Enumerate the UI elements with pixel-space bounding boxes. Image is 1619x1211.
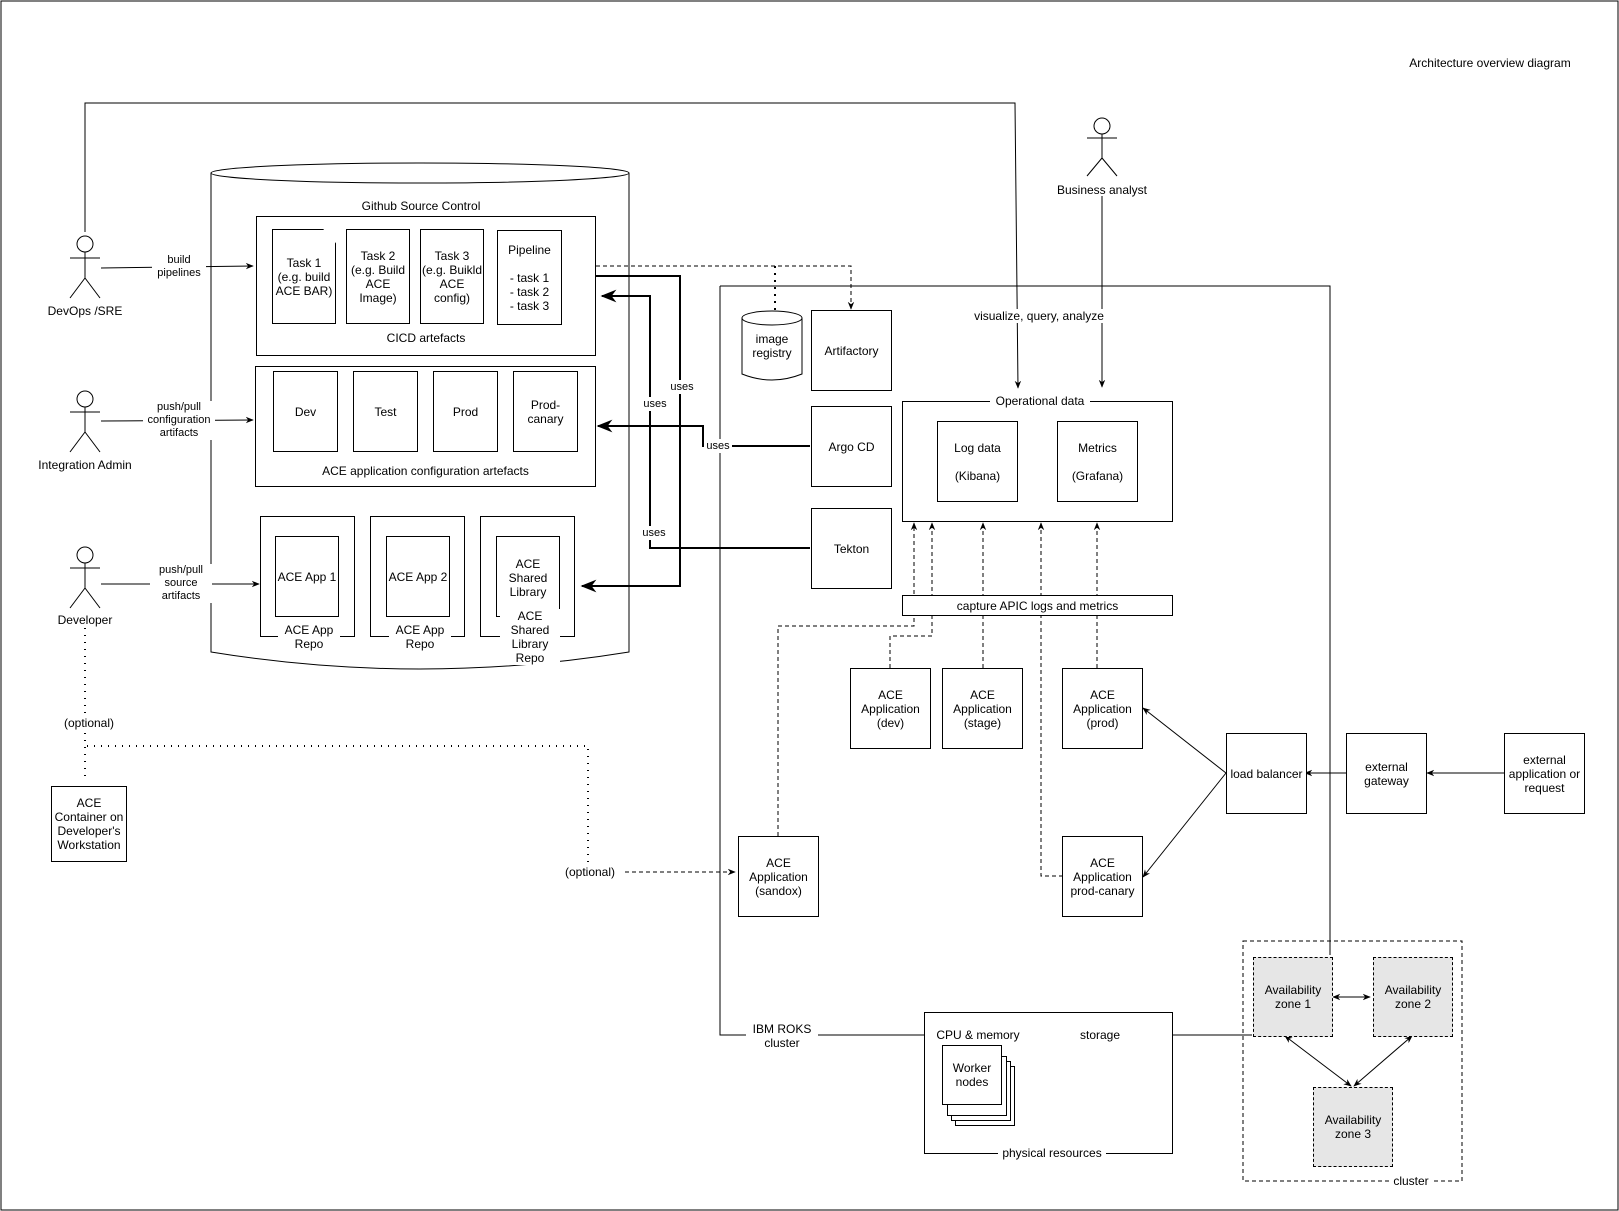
- developer-label: Developer: [57, 613, 113, 627]
- doc-prod[interactable]: Prod: [433, 371, 498, 452]
- optional-label-developer: (optional): [58, 716, 120, 730]
- availability-zone-1[interactable]: Availability zone 1: [1253, 957, 1333, 1037]
- uses-label-tekton: uses: [640, 526, 668, 540]
- zone1-zone3-arrow: [1284, 1035, 1352, 1087]
- tekton-box[interactable]: Tekton: [811, 508, 892, 589]
- doc-ace-app-1[interactable]: ACE App 1: [275, 536, 339, 617]
- push-pull-source-label: push/pull source artifacts: [150, 564, 212, 603]
- ace-app-prod-canary-box[interactable]: ACE Application prod-canary: [1062, 836, 1143, 917]
- external-application-box[interactable]: external application or request: [1504, 733, 1585, 814]
- ace-shared-library-repo-caption: ACE Shared Library Repo: [500, 609, 560, 665]
- capture-apic-logs-bar: capture APIC logs and metrics: [902, 595, 1173, 616]
- image-registry-label: image registry: [752, 332, 792, 360]
- roks-cluster-border-left: [719, 286, 748, 1036]
- uses-label-argo: uses: [704, 439, 732, 453]
- integration-admin-label: Integration Admin: [38, 458, 132, 472]
- config-caption: ACE application configuration artefacts: [322, 464, 529, 478]
- storage-label: storage: [1079, 1028, 1121, 1042]
- devops-label: DevOps /SRE: [47, 304, 123, 318]
- availability-zone-3[interactable]: Availability zone 3: [1313, 1087, 1393, 1167]
- cicd-to-artifactory-arrow: [596, 265, 855, 310]
- cpu-memory-label: CPU & memory: [936, 1028, 1020, 1042]
- uses-label-2: uses: [641, 397, 669, 411]
- cluster-caption: cluster: [1389, 1174, 1433, 1188]
- doc-task-2[interactable]: Task 2 (e.g. Build ACE Image): [346, 229, 410, 324]
- argo-cd-box[interactable]: Argo CD: [811, 406, 892, 487]
- push-pull-config-label: push/pull configuration artifacts: [143, 401, 215, 440]
- build-pipelines-label: build pipelines: [152, 254, 206, 280]
- cicd-caption: CICD artefacts: [386, 331, 466, 345]
- visualize-query-analyze-label: visualize, query, analyze: [968, 309, 1110, 323]
- architecture-diagram: Architecture overview diagram DevOps /SR…: [0, 0, 1619, 1211]
- business-analyst-actor-icon: [1086, 117, 1118, 177]
- uses-label-1: uses: [668, 380, 696, 394]
- artifactory-box[interactable]: Artifactory: [811, 310, 892, 391]
- optional-label-sandbox: (optional): [560, 865, 620, 879]
- ace-container-workstation[interactable]: ACE Container on Developer's Workstation: [51, 786, 127, 862]
- load-balancer-box[interactable]: load balancer: [1226, 733, 1307, 814]
- diagram-title: Architecture overview diagram: [1409, 56, 1571, 70]
- operational-data-title: Operational data: [990, 394, 1090, 408]
- roks-cluster-label: IBM ROKS cluster: [746, 1022, 818, 1050]
- developer-actor-icon: [69, 546, 101, 609]
- metrics-grafana-box[interactable]: Metrics (Grafana): [1057, 421, 1138, 502]
- doc-dev[interactable]: Dev: [273, 371, 338, 452]
- lb-to-canary-arrow: [1142, 772, 1227, 878]
- ace-app-repo-2-caption: ACE App Repo: [389, 623, 451, 651]
- ace-app-prod-box[interactable]: ACE Application (prod): [1062, 668, 1143, 749]
- physical-resources-caption: physical resources: [998, 1146, 1106, 1160]
- doc-prod-canary[interactable]: Prod- canary: [513, 371, 578, 452]
- log-data-kibana-box[interactable]: Log data (Kibana): [937, 421, 1018, 502]
- external-gateway-box[interactable]: external gateway: [1346, 733, 1427, 814]
- doc-task-3[interactable]: Task 3 (e.g. Buikld ACE config): [420, 229, 484, 324]
- doc-pipeline[interactable]: Pipeline - task 1 - task 2 - task 3: [497, 230, 562, 325]
- doc-test[interactable]: Test: [353, 371, 418, 452]
- lb-to-prod-arrow: [1142, 707, 1227, 774]
- doc-task-1[interactable]: Task 1 (e.g. build ACE BAR): [272, 229, 336, 324]
- availability-zone-2[interactable]: Availability zone 2: [1373, 957, 1453, 1037]
- zone2-zone3-arrow: [1353, 1035, 1413, 1087]
- github-title: Github Source Control: [361, 199, 481, 213]
- ace-app-stage-box[interactable]: ACE Application (stage): [942, 668, 1023, 749]
- integration-admin-actor-icon: [69, 390, 101, 453]
- doc-ace-shared-library[interactable]: ACE Shared Library: [496, 536, 560, 617]
- ace-app-dev-box[interactable]: ACE Application (dev): [850, 668, 931, 749]
- business-analyst-label: Business analyst: [1056, 183, 1148, 197]
- worker-nodes-box[interactable]: Worker nodes: [942, 1045, 1002, 1105]
- ace-app-sandbox-box[interactable]: ACE Application (sandox): [738, 836, 819, 917]
- ace-app-repo-1-caption: ACE App Repo: [278, 623, 340, 651]
- doc-ace-app-2[interactable]: ACE App 2: [386, 536, 450, 617]
- devops-actor-icon: [69, 235, 101, 299]
